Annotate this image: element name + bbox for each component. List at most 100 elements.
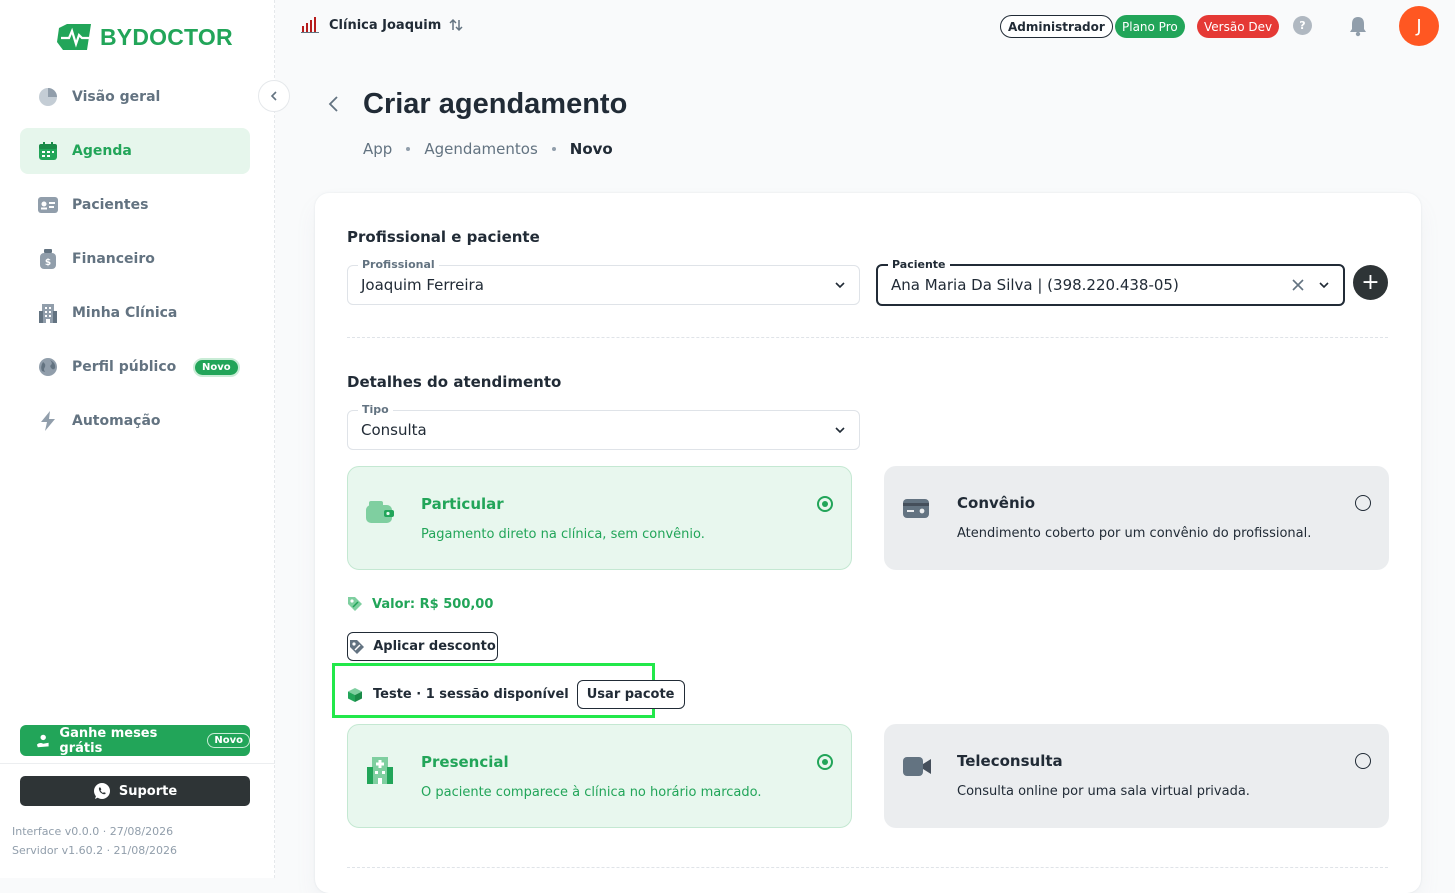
plan-badge[interactable]: Plano Pro	[1115, 15, 1185, 38]
new-badge: Novo	[193, 358, 240, 377]
sidebar-item-financeiro[interactable]: $ Financeiro	[20, 236, 250, 282]
bell-icon	[1350, 17, 1366, 37]
breadcrumb-current: Novo	[569, 140, 613, 158]
promo-label: Ganhe meses grátis	[59, 725, 158, 756]
hospital-icon	[366, 755, 394, 789]
sidebar-item-label: Agenda	[72, 143, 132, 159]
chevron-left-icon	[328, 96, 338, 112]
sidebar-item-perfil-publico[interactable]: Perfil público Novo	[20, 344, 250, 390]
section-divider	[347, 867, 1388, 868]
svg-text:$: $	[45, 258, 51, 268]
role-badge: Administrador	[1000, 15, 1113, 38]
option-convenio[interactable]: Convênio Atendimento coberto por um conv…	[884, 466, 1389, 570]
radio-checked[interactable]	[817, 496, 833, 512]
price-tag-icon	[348, 597, 362, 611]
avatar[interactable]: J	[1399, 6, 1439, 46]
option-presencial[interactable]: Presencial O paciente comparece à clínic…	[347, 724, 852, 828]
option-title: Teleconsulta	[957, 752, 1063, 770]
clear-icon[interactable]	[1291, 278, 1305, 292]
money-bag-icon: $	[37, 248, 59, 270]
chevron-down-icon	[1319, 282, 1329, 289]
option-desc: Consulta online por uma sala virtual pri…	[957, 784, 1250, 799]
tipo-select[interactable]: Tipo Consulta	[347, 403, 860, 450]
section-title-profissional-paciente: Profissional e paciente	[347, 228, 540, 246]
radio-unchecked[interactable]	[1355, 753, 1371, 769]
support-label: Suporte	[118, 783, 178, 799]
breadcrumb-separator	[406, 147, 411, 151]
sidebar-divider	[0, 763, 275, 764]
brand-logo[interactable]: BYDOCTOR	[55, 20, 233, 54]
price-text: Valor: R$ 500,00	[372, 596, 494, 612]
sidebar-item-minha-clinica[interactable]: Minha Clínica	[20, 290, 250, 336]
package-box-icon	[348, 687, 362, 702]
sidebar-item-agenda[interactable]: Agenda	[20, 128, 250, 174]
clinic-switcher[interactable]: Clínica Joaquim	[301, 16, 463, 34]
video-camera-icon	[902, 754, 932, 782]
discount-label: Aplicar desconto	[373, 639, 496, 654]
sidebar-item-pacientes[interactable]: Pacientes	[20, 182, 250, 228]
sidebar-item-automacao[interactable]: Automação	[20, 398, 250, 444]
option-teleconsulta[interactable]: Teleconsulta Consulta online por uma sal…	[884, 724, 1389, 828]
id-card-icon	[37, 194, 59, 216]
building-icon	[37, 302, 59, 324]
brand-name: BYDOCTOR	[100, 23, 233, 50]
option-title: Convênio	[957, 494, 1036, 512]
option-title: Presencial	[421, 753, 509, 771]
swap-icon	[449, 18, 463, 32]
globe-icon	[37, 356, 59, 378]
field-label: Tipo	[358, 403, 393, 416]
package-row: Teste · 1 sessão disponível Usar pacote	[347, 680, 685, 709]
sidebar-item-label: Financeiro	[72, 251, 155, 267]
breadcrumb: App Agendamentos Novo	[363, 140, 613, 158]
package-text: Teste · 1 sessão disponível	[373, 687, 569, 702]
notifications-button[interactable]	[1348, 15, 1368, 41]
support-button[interactable]: Suporte	[20, 776, 250, 806]
wallet-icon	[366, 497, 396, 529]
radio-unchecked[interactable]	[1355, 495, 1371, 511]
option-particular[interactable]: Particular Pagamento direto na clínica, …	[347, 466, 852, 570]
breadcrumb-agendamentos[interactable]: Agendamentos	[424, 140, 537, 158]
clinic-logo-icon	[301, 17, 319, 33]
new-badge: Novo	[207, 733, 250, 748]
calendar-icon	[37, 140, 59, 162]
chevron-left-icon	[270, 91, 277, 101]
sidebar-item-label: Automação	[72, 413, 161, 429]
clinic-name: Clínica Joaquim	[329, 17, 442, 33]
breadcrumb-app[interactable]: App	[363, 140, 392, 158]
back-button[interactable]	[327, 94, 339, 119]
gift-hand-icon	[36, 734, 49, 747]
card-icon	[902, 496, 930, 524]
paciente-select[interactable]: Paciente Ana Maria Da Silva | (398.220.4…	[876, 258, 1345, 306]
section-title-detalhes: Detalhes do atendimento	[347, 373, 562, 391]
sidebar-item-label: Minha Clínica	[72, 305, 178, 321]
sidebar-item-visao-geral[interactable]: Visão geral	[20, 74, 250, 120]
add-patient-button[interactable]: +	[1353, 265, 1388, 300]
promo-button[interactable]: Ganhe meses grátis Novo	[20, 725, 250, 756]
apply-discount-button[interactable]: Aplicar desconto	[347, 632, 498, 661]
env-badge: Versão Dev	[1197, 15, 1280, 38]
help-icon[interactable]: ?	[1293, 16, 1312, 35]
pie-chart-icon	[37, 86, 59, 108]
profissional-select[interactable]: Profissional Joaquim Ferreira	[347, 258, 860, 305]
logo-icon	[57, 24, 91, 50]
sidebar-item-label: Pacientes	[72, 197, 149, 213]
radio-checked[interactable]	[817, 754, 833, 770]
price-display: Valor: R$ 500,00	[347, 596, 493, 612]
use-package-button[interactable]: Usar pacote	[576, 680, 685, 709]
sidebar-item-label: Visão geral	[72, 89, 161, 105]
discount-tag-icon	[350, 639, 365, 654]
sidebar: BYDOCTOR Visão geral Agenda Pacientes $ …	[0, 0, 275, 878]
chevron-down-icon	[835, 282, 845, 289]
lightning-icon	[37, 410, 59, 432]
option-title: Particular	[421, 495, 504, 513]
section-divider	[347, 337, 1388, 338]
field-value: Consulta	[361, 421, 427, 439]
page-title: Criar agendamento	[363, 88, 628, 120]
interface-version: Interface v0.0.0 · 27/08/2026	[12, 825, 174, 838]
field-value: Joaquim Ferreira	[361, 276, 484, 294]
collapse-sidebar-button[interactable]	[258, 80, 290, 112]
field-value: Ana Maria Da Silva | (398.220.438-05)	[891, 276, 1179, 294]
breadcrumb-separator	[551, 147, 556, 151]
option-desc: Pagamento direto na clínica, sem convêni…	[421, 527, 705, 542]
sidebar-item-label: Perfil público	[72, 359, 177, 375]
